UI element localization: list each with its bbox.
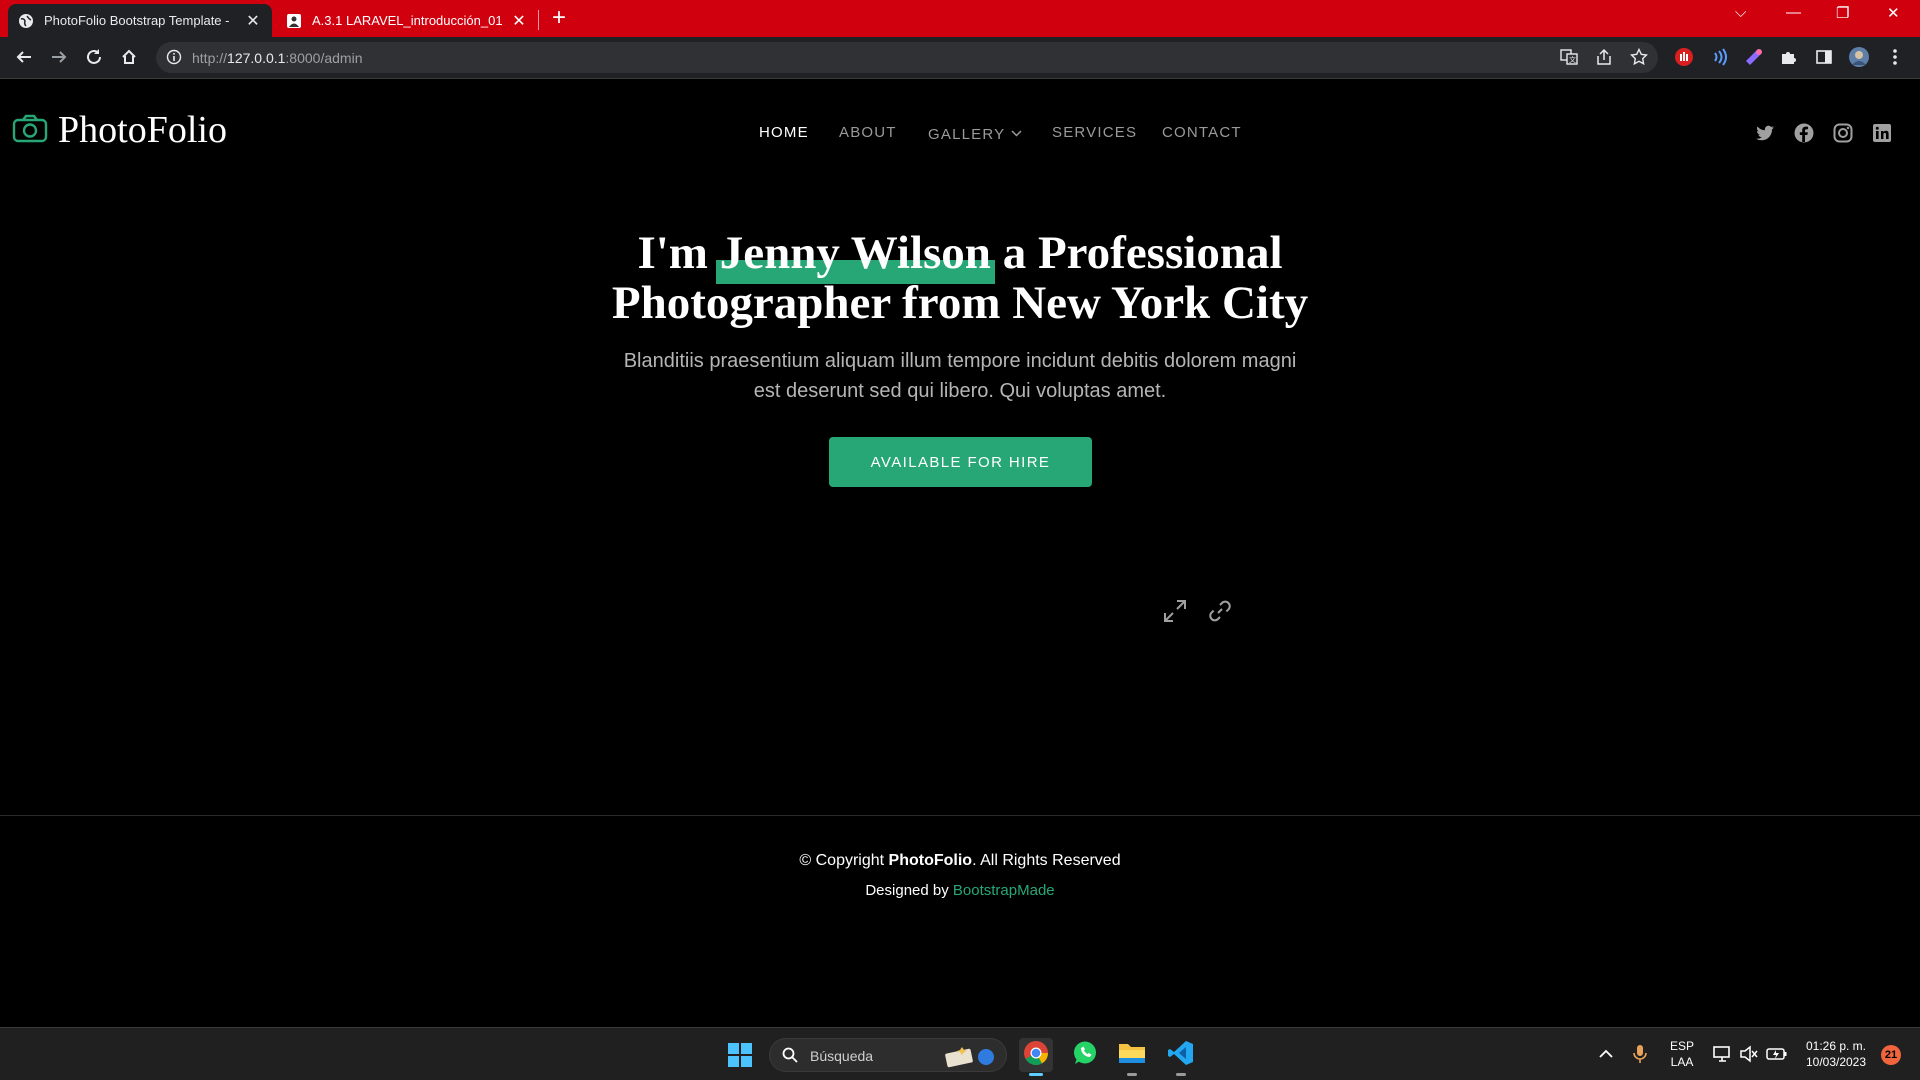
clock-date: 10/03/2023 [1805,1055,1867,1069]
footer-divider [0,815,1920,816]
extension-paint-icon[interactable] [1743,46,1765,68]
minimize-icon[interactable]: — [1786,4,1801,21]
taskbar-file-explorer[interactable] [1115,1038,1149,1076]
star-bookmark-icon[interactable] [1628,46,1650,68]
toolbar-divider [0,78,1920,79]
hero-title-prefix: I'm [637,227,720,279]
notification-count-badge[interactable]: 21 [1881,1045,1901,1065]
browser-tab-strip: PhotoFolio Bootstrap Template - ✕ A.3.1 … [0,0,1920,37]
nav-gallery[interactable]: GALLERY [928,124,1022,143]
extensions-puzzle-icon[interactable] [1778,46,1800,68]
hero-title: I'm Jenny Wilson a Professional Photogra… [460,228,1460,328]
keyboard-layout: LAA [1670,1055,1694,1069]
profile-avatar-icon[interactable] [1848,46,1870,68]
extension-hand-icon[interactable] [1673,46,1695,68]
hero-title-suffix: a Professional [990,227,1283,279]
taskbar-search[interactable]: Búsqueda [769,1038,1007,1072]
windows-taskbar: Búsqueda ESP LAA 01:26 p. m. 10/03/2023 … [0,1027,1920,1080]
clock[interactable]: 01:26 p. m. 10/03/2023 [1796,1038,1876,1070]
document-icon [286,13,302,29]
link-icon[interactable] [1207,598,1233,624]
translate-icon[interactable]: 文 [1558,46,1580,68]
nav-contact[interactable]: CONTACT [1162,124,1242,141]
tray-chevron-up-icon[interactable] [1595,1043,1617,1065]
running-indicator [1176,1073,1186,1076]
search-icon [782,1047,798,1068]
running-indicator [1127,1073,1137,1076]
back-arrow-icon[interactable] [12,45,36,69]
menu-kebab-icon[interactable] [1884,46,1906,68]
hero-subtitle: Blanditiis praesentium aliquam illum tem… [623,350,1297,402]
tab-photofolio[interactable]: PhotoFolio Bootstrap Template - ✕ [8,4,272,37]
windows-start-icon[interactable] [728,1043,752,1067]
taskbar-chrome[interactable] [1019,1038,1053,1076]
language-indicator[interactable]: ESP LAA [1662,1038,1702,1070]
microphone-icon[interactable] [1629,1043,1651,1065]
side-panel-icon[interactable] [1813,46,1835,68]
new-tab-button[interactable]: + [552,6,566,30]
language-code: ESP [1669,1039,1694,1053]
forward-arrow-icon[interactable] [47,45,71,69]
browser-toolbar: http://127.0.0.1:8000/admin 文 [0,37,1920,78]
address-bar[interactable]: http://127.0.0.1:8000/admin [156,42,1658,73]
running-indicator [1029,1073,1043,1076]
extension-audio-icon[interactable] [1708,46,1730,68]
tab-search-chevron-icon[interactable]: ⌵ [1735,4,1746,21]
main-nav: HOME ABOUT GALLERY SERVICES CONTACT [0,124,1920,144]
tab-title: PhotoFolio Bootstrap Template - [44,13,230,28]
nav-home[interactable]: HOME [759,124,809,141]
tab-laravel[interactable]: A.3.1 LARAVEL_introducción_01 ✕ [276,4,538,37]
taskbar-whatsapp[interactable] [1068,1038,1102,1072]
taskbar-vscode[interactable] [1164,1038,1198,1076]
vscode-icon [1168,1040,1194,1071]
expand-fullscreen-icon[interactable] [1162,598,1188,624]
chrome-icon [1023,1040,1049,1071]
home-icon[interactable] [117,45,141,69]
available-for-hire-button[interactable]: AVAILABLE FOR HIRE [829,437,1092,487]
chevron-down-icon [1011,124,1022,141]
reload-icon[interactable] [82,45,106,69]
whatsapp-icon [1072,1040,1098,1071]
network-icon[interactable] [1712,1043,1734,1065]
url-text: http://127.0.0.1:8000/admin [192,50,363,66]
tab-separator [538,10,539,30]
svg-text:文: 文 [1569,55,1576,64]
restore-icon[interactable]: ❐ [1836,4,1849,22]
folder-icon [1118,1041,1146,1070]
instagram-icon[interactable] [1833,123,1853,143]
nav-about[interactable]: ABOUT [839,124,897,141]
bootstrapmade-link[interactable]: BootstrapMade [953,882,1055,899]
search-placeholder: Búsqueda [810,1048,874,1064]
nav-services[interactable]: SERVICES [1052,124,1137,141]
volume-muted-icon[interactable] [1738,1043,1760,1065]
close-tab-icon[interactable]: ✕ [244,11,262,31]
globe-icon [18,13,34,29]
nav-gallery-label: GALLERY [928,126,1006,143]
hero-title-line2: Photographer from New York City [611,277,1309,329]
footer-brand: PhotoFolio [888,852,973,869]
close-tab-icon[interactable]: ✕ [510,11,528,31]
footer-credits: Designed by BootstrapMade [865,882,1055,899]
hero-highlight-name: Jenny Wilson [715,227,996,284]
twitter-icon[interactable] [1755,123,1775,143]
close-window-icon[interactable]: ✕ [1887,4,1900,22]
share-icon[interactable] [1593,46,1615,68]
site-info-icon[interactable] [166,49,182,70]
linkedin-icon[interactable] [1872,123,1892,143]
tab-title: A.3.1 LARAVEL_introducción_01 [312,13,503,28]
facebook-icon[interactable] [1794,123,1814,143]
clock-time: 01:26 p. m. [1805,1039,1867,1053]
battery-charging-icon[interactable] [1766,1043,1788,1065]
search-highlight-illustration-icon [942,1043,998,1069]
footer-copyright: © Copyright PhotoFolio. All Rights Reser… [799,852,1121,869]
